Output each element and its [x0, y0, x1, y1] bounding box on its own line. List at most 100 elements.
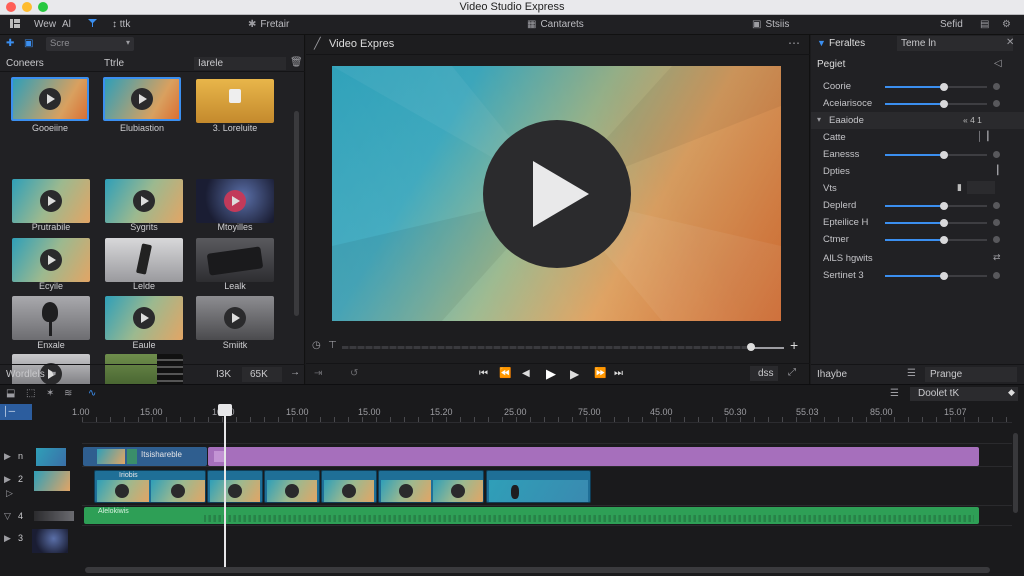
- reset-dot[interactable]: [993, 151, 1000, 158]
- scrub-bar[interactable]: ◷ ⊤ +: [306, 337, 810, 357]
- toggle-icon[interactable]: ┃: [995, 165, 1000, 176]
- audio-clip[interactable]: Alelokiwis: [84, 507, 979, 524]
- sidebar-toggle-icon[interactable]: [10, 19, 20, 28]
- snap-icon[interactable]: ⬓: [6, 388, 15, 399]
- video-clip[interactable]: [486, 470, 591, 503]
- timeline-dropdown[interactable]: Doolet tK: [918, 388, 959, 399]
- skip-back-icon[interactable]: ⏮: [479, 368, 488, 379]
- playhead[interactable]: [224, 405, 226, 567]
- more-options-icon[interactable]: ⋯: [788, 36, 800, 50]
- track-expand-icon[interactable]: ▶: [4, 533, 11, 544]
- library-filter-select[interactable]: Scre ▾: [46, 37, 134, 51]
- track-header[interactable]: ▶ 3: [0, 527, 80, 553]
- workflows-menu[interactable]: Wordlels: [6, 369, 45, 380]
- slider[interactable]: [885, 236, 987, 244]
- media-thumbnail[interactable]: [11, 77, 89, 121]
- display-mode-select[interactable]: dss: [758, 368, 774, 379]
- add-media-icon[interactable]: ✚: [6, 38, 14, 49]
- column-header[interactable]: Iarele: [198, 58, 223, 69]
- trim-icon[interactable]: ⊤: [328, 340, 337, 351]
- forward-arrow-icon[interactable]: →: [290, 367, 300, 378]
- media-thumbnail[interactable]: [105, 179, 183, 223]
- slider-knob[interactable]: [940, 100, 949, 108]
- inspector-row[interactable]: Dpties ┃: [811, 163, 1024, 180]
- close-icon[interactable]: ✕: [1006, 37, 1014, 48]
- timeline-horizontal-scrollbar[interactable]: [85, 567, 990, 573]
- media-thumbnail[interactable]: [105, 296, 183, 340]
- fast-forward-icon[interactable]: ⏩: [594, 368, 606, 379]
- media-thumbnail[interactable]: [12, 179, 90, 223]
- video-clip[interactable]: [321, 470, 377, 503]
- timeline-mode-button[interactable]: │─: [0, 404, 32, 420]
- skim-icon[interactable]: ✶: [46, 388, 54, 399]
- toggle-icon[interactable]: │ ┃: [977, 131, 991, 142]
- slider[interactable]: [885, 151, 987, 159]
- zoom-knob[interactable]: [747, 343, 755, 351]
- media-thumbnail[interactable]: [103, 77, 181, 121]
- reset-dot[interactable]: [993, 83, 1000, 90]
- video-clip[interactable]: [207, 470, 263, 503]
- inspector-row[interactable]: Deplerd: [811, 197, 1024, 214]
- track-expand-icon[interactable]: ▽: [4, 511, 11, 522]
- library-scrollbar[interactable]: [294, 111, 299, 316]
- track-header[interactable]: ▶ 2 ▷: [0, 468, 80, 498]
- studio-button[interactable]: ▣ Stsiis: [752, 19, 789, 30]
- inspector-row[interactable]: Ctmer: [811, 231, 1024, 248]
- big-play-button[interactable]: [482, 119, 631, 268]
- inspector-row[interactable]: Epteilice H: [811, 214, 1024, 231]
- play-forward-button[interactable]: ▶: [570, 367, 579, 381]
- inspector-row[interactable]: Eanesss: [811, 146, 1024, 163]
- skip-forward-icon[interactable]: ⏭: [614, 368, 623, 379]
- media-thumbnail[interactable]: [196, 179, 274, 223]
- briefcase-icon[interactable]: ▤: [980, 19, 989, 30]
- plus-icon[interactable]: +: [790, 337, 798, 353]
- trash-icon[interactable]: 🗑: [290, 57, 303, 68]
- rewind-icon[interactable]: ⏪: [499, 368, 511, 379]
- blade-icon[interactable]: ⬚: [26, 388, 35, 399]
- browser-icon[interactable]: ▣: [24, 38, 33, 49]
- all-menu[interactable]: Al: [62, 19, 71, 30]
- slider-knob[interactable]: [940, 83, 949, 91]
- settings-button[interactable]: Sefid: [940, 19, 963, 30]
- inspector-row[interactable]: Sertinet 3: [811, 267, 1024, 284]
- slider[interactable]: [885, 83, 987, 91]
- play-small-icon[interactable]: ▷: [6, 488, 13, 499]
- contents-button[interactable]: ▦ Cantarets: [527, 19, 584, 30]
- slider-knob[interactable]: [940, 272, 949, 280]
- video-clip[interactable]: [264, 470, 320, 503]
- collapse-icon[interactable]: ◁: [994, 58, 1002, 69]
- filter-icon[interactable]: [88, 19, 97, 27]
- inspector-row[interactable]: ▾ Eaaiode « 4 1: [811, 112, 1024, 129]
- edit-menu[interactable]: ↕ ttk: [112, 19, 130, 30]
- column-header[interactable]: Ttrle: [104, 58, 124, 69]
- tab-features[interactable]: Feraltes: [829, 38, 865, 49]
- inspector-row[interactable]: Vts ▮: [811, 180, 1024, 197]
- mark-in-icon[interactable]: ⇥: [314, 368, 322, 379]
- title-clip[interactable]: [208, 447, 979, 466]
- slider-knob[interactable]: [940, 151, 949, 159]
- audio-wave-icon[interactable]: ≋: [64, 388, 72, 399]
- reset-dot[interactable]: [993, 202, 1000, 209]
- inspector-row[interactable]: Coorie: [811, 78, 1024, 95]
- inspector-row[interactable]: Aceiarisoce: [811, 95, 1024, 112]
- freeform-button[interactable]: ✱ Fretair: [248, 19, 289, 30]
- view-menu[interactable]: Wew: [34, 19, 56, 30]
- audio-meter-icon[interactable]: ∿: [88, 388, 96, 399]
- media-thumbnail[interactable]: [196, 79, 274, 123]
- media-thumbnail[interactable]: [196, 296, 274, 340]
- tab-theme[interactable]: Teme ln: [901, 38, 936, 49]
- media-thumbnail[interactable]: [12, 238, 90, 282]
- track-expand-icon[interactable]: ▶: [4, 451, 11, 462]
- list-icon[interactable]: ☰: [907, 368, 916, 379]
- disclosure-icon[interactable]: ▾: [817, 115, 821, 124]
- inspector-row[interactable]: Catte │ ┃: [811, 129, 1024, 146]
- segmented-control[interactable]: [967, 181, 995, 194]
- slider[interactable]: [885, 202, 987, 210]
- slider-knob[interactable]: [940, 236, 949, 244]
- slider[interactable]: [885, 100, 987, 108]
- link-icon[interactable]: ⇄: [993, 252, 1001, 263]
- media-thumbnail[interactable]: [196, 238, 274, 282]
- fullscreen-icon[interactable]: ⤢: [788, 367, 796, 378]
- video-clip[interactable]: [378, 470, 484, 503]
- slider-knob[interactable]: [940, 219, 949, 227]
